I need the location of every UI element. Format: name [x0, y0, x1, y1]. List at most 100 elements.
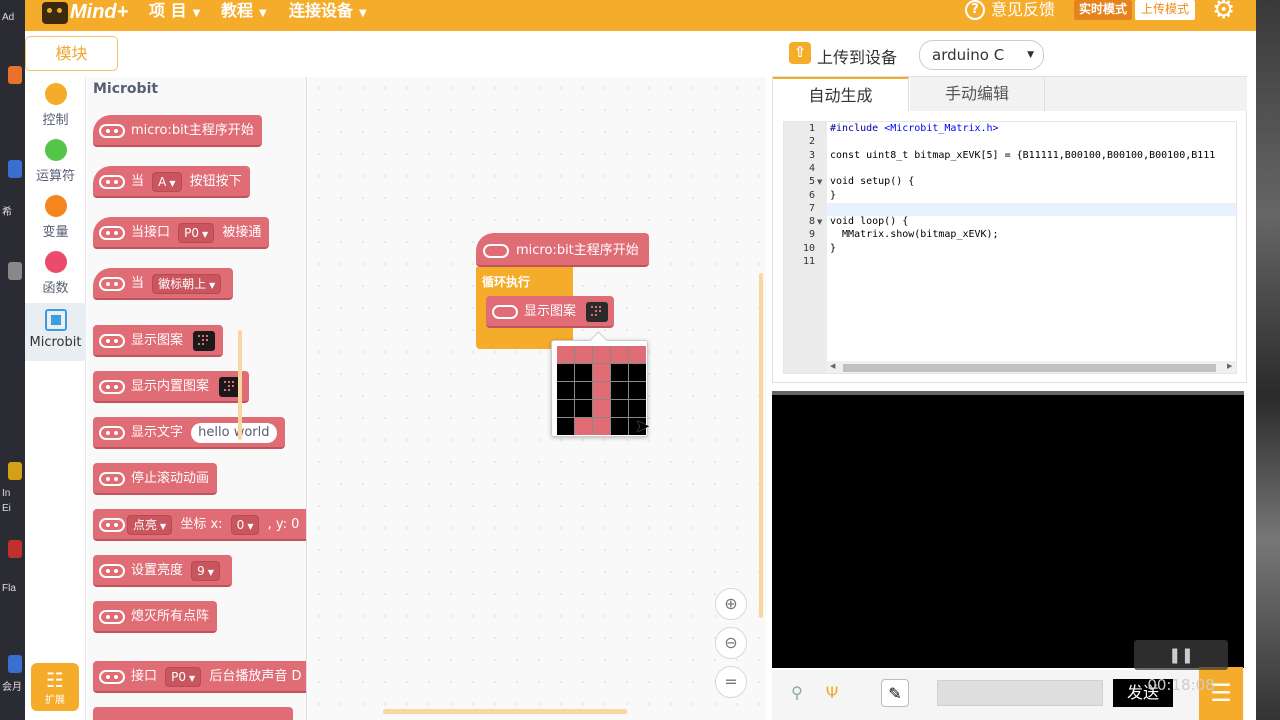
- category-microbit[interactable]: Microbit: [25, 303, 86, 361]
- menu-project[interactable]: 项 目 ▼: [149, 0, 200, 31]
- serial-output[interactable]: [772, 391, 1244, 668]
- extension-button[interactable]: ☷ 扩展: [31, 663, 79, 711]
- desktop-app-icon[interactable]: [8, 66, 22, 84]
- led-cell[interactable]: [575, 346, 592, 363]
- microbit-plug-icon: [492, 305, 518, 319]
- led-cell[interactable]: [557, 418, 574, 435]
- workspace-vertical-scrollbar[interactable]: [759, 273, 763, 618]
- led-cell[interactable]: [629, 400, 646, 417]
- fold-arrow-icon[interactable]: ▼: [817, 218, 822, 226]
- fold-arrow-icon[interactable]: ▼: [817, 178, 822, 186]
- block-when-gesture[interactable]: 当 徽标朝上 ▼: [93, 268, 234, 300]
- board-select[interactable]: arduino C ▼: [919, 40, 1044, 70]
- led-cell[interactable]: [593, 364, 610, 381]
- y-value[interactable]: 0: [291, 517, 299, 532]
- led-cell[interactable]: [593, 382, 610, 399]
- x-dropdown[interactable]: 0 ▼: [230, 514, 260, 535]
- led-cell[interactable]: [593, 346, 610, 363]
- button-dropdown[interactable]: A ▼: [152, 171, 182, 192]
- led-cell[interactable]: [611, 346, 628, 363]
- led-cell[interactable]: [611, 400, 628, 417]
- desktop-label: Ei: [2, 503, 11, 514]
- desktop-app-icon[interactable]: [8, 160, 22, 178]
- line-number: 1: [808, 123, 815, 134]
- gear-icon[interactable]: ⚙: [1212, 0, 1235, 23]
- block-clear-matrix[interactable]: 熄灭所有点阵: [93, 601, 218, 633]
- block-pin-play-sound[interactable]: 接口 P0 ▼ 后台播放声音 D: [93, 661, 306, 693]
- upload-to-device-button[interactable]: 上传到设备: [817, 44, 897, 68]
- upload-mode-button[interactable]: 上传模式: [1135, 0, 1196, 20]
- led-cell[interactable]: [575, 382, 592, 399]
- led-matrix-icon[interactable]: [586, 301, 609, 322]
- desktop-app-icon[interactable]: [8, 540, 22, 558]
- microbit-plug-icon: [99, 277, 125, 291]
- serial-input[interactable]: [937, 680, 1103, 706]
- led-cell[interactable]: [629, 382, 646, 399]
- usb-icon[interactable]: ⚲: [783, 679, 811, 707]
- block-show-pattern[interactable]: 显示图案: [93, 325, 224, 357]
- realtime-mode-button[interactable]: 实时模式: [1074, 0, 1133, 20]
- zoom-out-icon[interactable]: ⊖: [715, 627, 747, 659]
- led-cell[interactable]: [629, 346, 646, 363]
- block-show-builtin-pattern[interactable]: 显示内置图案: [93, 371, 250, 403]
- feedback-link[interactable]: 意见反馈: [991, 0, 1055, 20]
- editor-scroll-thumb[interactable]: [843, 364, 1216, 372]
- block-stop-scroll[interactable]: 停止滚动动画: [93, 463, 218, 495]
- led-matrix-icon[interactable]: [193, 330, 216, 351]
- plot-dropdown[interactable]: 点亮 ▼: [127, 514, 173, 535]
- led-cell[interactable]: [557, 382, 574, 399]
- block-when-pin-connected[interactable]: 当接口 P0 ▼ 被接通: [93, 217, 270, 249]
- brightness-dropdown[interactable]: 9 ▼: [191, 560, 220, 581]
- block-main-start-placed[interactable]: micro:bit主程序开始: [476, 233, 649, 267]
- led-cell[interactable]: [611, 418, 628, 435]
- scroll-left-icon[interactable]: ◀: [830, 362, 835, 370]
- block-label: 显示图案: [131, 333, 184, 348]
- desktop-app-icon[interactable]: [8, 262, 22, 280]
- desktop-app-icon[interactable]: [8, 655, 22, 673]
- led-cell[interactable]: [575, 364, 592, 381]
- pin-dropdown[interactable]: P0 ▼: [165, 666, 202, 687]
- category-functions[interactable]: 函数: [25, 251, 86, 303]
- scroll-right-icon[interactable]: ▶: [1227, 362, 1232, 370]
- block-show-pattern-placed[interactable]: 显示图案: [486, 296, 615, 328]
- led-cell[interactable]: [557, 400, 574, 417]
- zoom-reset-icon[interactable]: =: [715, 666, 747, 698]
- led-cell[interactable]: [611, 364, 628, 381]
- workspace-horizontal-scrollbar[interactable]: [383, 709, 627, 714]
- block-when-button-pressed[interactable]: 当 A ▼ 按钮按下: [93, 166, 250, 198]
- block-plot-point[interactable]: 点亮 ▼ 坐标 x: 0 ▼ , y: 0: [93, 509, 306, 541]
- palette-scrollbar[interactable]: [238, 330, 242, 440]
- modules-tab[interactable]: 模块: [25, 36, 118, 71]
- block-set-brightness[interactable]: 设置亮度 9 ▼: [93, 555, 232, 587]
- pin-dropdown[interactable]: P0 ▼: [178, 222, 215, 243]
- led-cell[interactable]: [593, 418, 610, 435]
- sound-dropdown[interactable]: D: [291, 669, 301, 684]
- category-variables[interactable]: 变量: [25, 195, 86, 247]
- menu-connect-device[interactable]: 连接设备 ▼: [289, 0, 367, 31]
- question-circle-icon[interactable]: ?: [965, 0, 985, 20]
- menu-tutorial[interactable]: 教程 ▼: [221, 0, 267, 31]
- zoom-in-icon[interactable]: ⊕: [715, 588, 747, 620]
- block-show-text[interactable]: 显示文字 hello world: [93, 417, 285, 449]
- clear-output-icon[interactable]: ✎: [881, 679, 909, 707]
- usb-active-icon[interactable]: Ψ: [818, 679, 846, 707]
- tab-manual-edit[interactable]: 手动编辑: [910, 77, 1045, 111]
- desktop-app-icon[interactable]: [8, 462, 22, 480]
- block-partial[interactable]: [93, 707, 293, 720]
- led-cell[interactable]: [575, 418, 592, 435]
- category-control[interactable]: 控制: [25, 83, 86, 135]
- led-cell[interactable]: [557, 346, 574, 363]
- category-operators[interactable]: 运算符: [25, 139, 86, 191]
- code-editor[interactable]: 1 2 3 4 5 ▼ 6 7 8 ▼ 9 10 11 #include <Microbit_Matrix…: [783, 121, 1237, 374]
- led-cell[interactable]: [611, 382, 628, 399]
- led-cell[interactable]: [575, 400, 592, 417]
- block-main-start[interactable]: micro:bit主程序开始: [93, 115, 262, 147]
- tab-auto-generate[interactable]: 自动生成: [773, 77, 909, 111]
- led-cell[interactable]: [629, 364, 646, 381]
- text-input[interactable]: hello world: [191, 422, 277, 443]
- gesture-dropdown[interactable]: 徽标朝上 ▼: [152, 273, 222, 294]
- code-workspace[interactable]: [308, 77, 766, 720]
- led-cell[interactable]: [593, 400, 610, 417]
- upload-arrow-icon[interactable]: ⇧: [789, 42, 811, 64]
- led-cell[interactable]: [557, 364, 574, 381]
